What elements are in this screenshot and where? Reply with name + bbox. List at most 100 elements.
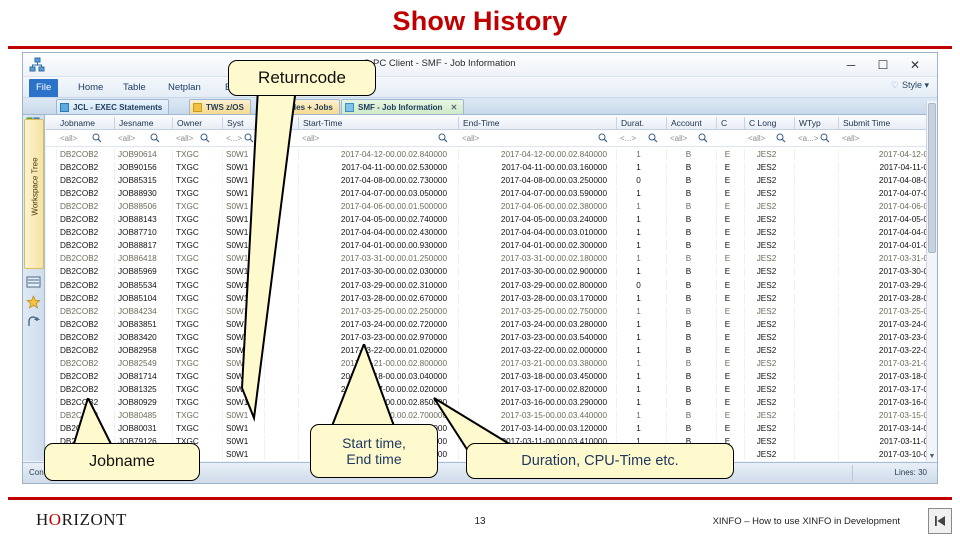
search-icon[interactable] [776, 133, 786, 144]
filter-input-submit[interactable]: <all> [838, 133, 859, 145]
cell-wtyp [794, 357, 832, 369]
search-icon[interactable] [698, 133, 708, 144]
search-icon[interactable] [820, 133, 830, 144]
cell-owner: TXGC [172, 149, 212, 160]
cell-clong: JES2 [744, 449, 788, 461]
scrollbar-thumb[interactable] [928, 103, 936, 253]
table-row[interactable]: DB2COB2 JOB85534 TXGC S0W1 2017-03-29-00.00.… [46, 279, 937, 292]
column-header-wtyp[interactable]: WTyp [794, 117, 832, 129]
table-row[interactable]: DB2COB2 JOB87710 TXGC S0W1 2017-04-04-00.00.… [46, 226, 937, 239]
cell-clong: JES2 [744, 175, 788, 187]
nav-first-button[interactable] [928, 508, 952, 534]
column-header-owner[interactable]: Owner [172, 117, 212, 129]
cell-c: E [716, 383, 738, 395]
cell-wtyp [794, 423, 832, 435]
callout-tail-times [330, 344, 396, 427]
cell-clong: JES2 [744, 383, 788, 395]
table-row[interactable]: DB2COB2 JOB88506 TXGC S0W1 2017-04-06-00.00.… [46, 200, 937, 213]
table-row[interactable]: DB2COB2 JOB88930 TXGC S0W1 2017-04-07-00.00.… [46, 187, 937, 200]
table-row[interactable]: DB2COB2 JOB90614 TXGC S0W1 2017-04-12-00.00.… [46, 148, 937, 161]
ribbon-tab-table[interactable]: Table [116, 79, 153, 97]
vertical-scrollbar[interactable]: ▲ ▼ [926, 101, 937, 461]
cell-clong: JES2 [744, 149, 788, 160]
table-row[interactable]: DB2COB2 JOB81714 TXGC S0W1 2017-03-18-00.00.… [46, 370, 937, 383]
search-icon[interactable] [648, 133, 658, 144]
filter-input-durat[interactable]: <...> [616, 133, 636, 145]
filter-input-clong[interactable]: <all> [744, 133, 765, 145]
cell-jesname: JOB88930 [114, 188, 162, 200]
cell-jesname: JOB85104 [114, 292, 162, 304]
cell-jobname: DB2COB2 [56, 201, 104, 213]
cell-submit: 2017-03-25-00.00.01.170000 [838, 305, 937, 317]
search-icon[interactable] [200, 133, 210, 144]
filter-input-jobname[interactable]: <all> [56, 133, 77, 145]
cell-wtyp [794, 149, 832, 160]
table-row[interactable]: DB2COB2 JOB82549 TXGC S0W1 2017-03-21-00.00.… [46, 357, 937, 370]
cell-end: 2017-04-07-00.00.03.590000 [458, 188, 610, 200]
cell-durat: 1 [616, 410, 660, 421]
cell-account: B [666, 318, 710, 330]
ribbon-tabbar: File Home Table Netplan B ♡Style ▾ [23, 77, 937, 98]
close-icon[interactable]: ✕ [451, 103, 458, 112]
column-header-clong[interactable]: C Long [744, 117, 788, 129]
cell-c: E [716, 201, 738, 213]
table-row[interactable]: DB2COB2 JOB85969 TXGC S0W1 2017-03-30-00.00.… [46, 265, 937, 278]
column-header-durat[interactable]: Durat. [616, 117, 660, 129]
table-row[interactable]: DB2COB2 JOB84234 TXGC S0W1 2017-03-25-00.00.… [46, 305, 937, 318]
cell-c: E [716, 396, 738, 408]
cell-c: E [716, 279, 738, 291]
table-row[interactable]: DB2COB2 JOB86418 TXGC S0W1 2017-03-31-00.00.… [46, 252, 937, 265]
filter-input-owner[interactable]: <all> [172, 133, 193, 145]
table-row[interactable]: DB2COB2 JOB88143 TXGC S0W1 2017-04-05-00.00.… [46, 213, 937, 226]
column-header-jobname[interactable]: Jobname [56, 117, 104, 129]
cell-durat: 0 [616, 175, 660, 187]
table-row[interactable]: DB2COB2 JOB90156 TXGC S0W1 2017-04-11-00.00.… [46, 161, 937, 174]
cell-c: E [716, 253, 738, 265]
cell-owner: TXGC [172, 292, 212, 304]
cell-clong: JES2 [744, 162, 788, 174]
doc-tab-jcl-exec-statements[interactable]: JCL - EXEC Statements [56, 99, 170, 114]
list-icon[interactable] [26, 275, 41, 289]
ribbon-tab-home[interactable]: Home [71, 79, 110, 97]
column-header-jesname[interactable]: Jesname [114, 117, 162, 129]
cell-owner: TXGC [172, 357, 212, 369]
cell-clong: JES2 [744, 396, 788, 408]
filter-input-end[interactable]: <all> [458, 133, 479, 145]
table-row[interactable]: DB2COB2 JOB85315 TXGC S0W1 2017-04-08-00.00.… [46, 174, 937, 187]
cell-end: 2017-03-31-00.00.02.180000 [458, 253, 610, 265]
table-row[interactable]: DB2COB2 JOB82958 TXGC S0W1 2017-03-22-00.00.… [46, 344, 937, 357]
minimize-button[interactable]: ─ [837, 56, 865, 74]
filter-input-wtyp[interactable]: <a...> [794, 133, 818, 145]
column-header-submit[interactable]: Submit Time [838, 117, 937, 129]
favorites-star-icon[interactable] [26, 295, 41, 309]
column-header-end[interactable]: End-Time [458, 117, 610, 129]
table-row[interactable]: DB2COB2 JOB83851 TXGC S0W1 2017-03-24-00.00.… [46, 318, 937, 331]
app-logo-icon [29, 57, 45, 73]
ribbon-tab-file[interactable]: File [29, 79, 59, 97]
scroll-down-icon[interactable]: ▼ [928, 452, 936, 461]
redo-arrow-icon[interactable] [26, 315, 41, 329]
cell-submit: 2017-03-15-00.00.01.510000 [838, 410, 937, 421]
ribbon-tab-netplan[interactable]: Netplan [161, 79, 208, 97]
search-icon[interactable] [438, 133, 448, 144]
table-row[interactable]: DB2COB2 JOB85104 TXGC S0W1 2017-03-28-00.00.… [46, 292, 937, 305]
status-lines-count: Lines: 30 [894, 468, 927, 477]
cell-wtyp [794, 240, 832, 252]
column-header-c[interactable]: C [716, 117, 738, 129]
workspace-tree-tab[interactable]: Workspace Tree [24, 119, 44, 269]
table-row[interactable]: DB2COB2 JOB88817 TXGC S0W1 2017-04-01-00.00.… [46, 239, 937, 252]
search-icon[interactable] [92, 133, 102, 144]
filter-input-account[interactable]: <all> [666, 133, 687, 145]
table-row[interactable]: DB2COB2 JOB83420 TXGC S0W1 2017-03-23-00.00.… [46, 331, 937, 344]
close-button[interactable]: ✕ [901, 56, 929, 74]
filter-input-jesname[interactable]: <all> [114, 133, 135, 145]
table-row[interactable]: DB2COB2 JOB81325 TXGC S0W1 2017-03-17-00.00.… [46, 383, 937, 396]
search-icon[interactable] [598, 133, 608, 144]
cell-owner: TXGC [172, 305, 212, 317]
style-menu-button[interactable]: ♡ Style ▾ [891, 80, 929, 91]
cell-jesname: JOB83420 [114, 331, 162, 343]
search-icon[interactable] [150, 133, 160, 144]
maximize-button[interactable]: ☐ [869, 56, 897, 74]
column-header-account[interactable]: Account [666, 117, 710, 129]
cell-account: B [666, 240, 710, 252]
